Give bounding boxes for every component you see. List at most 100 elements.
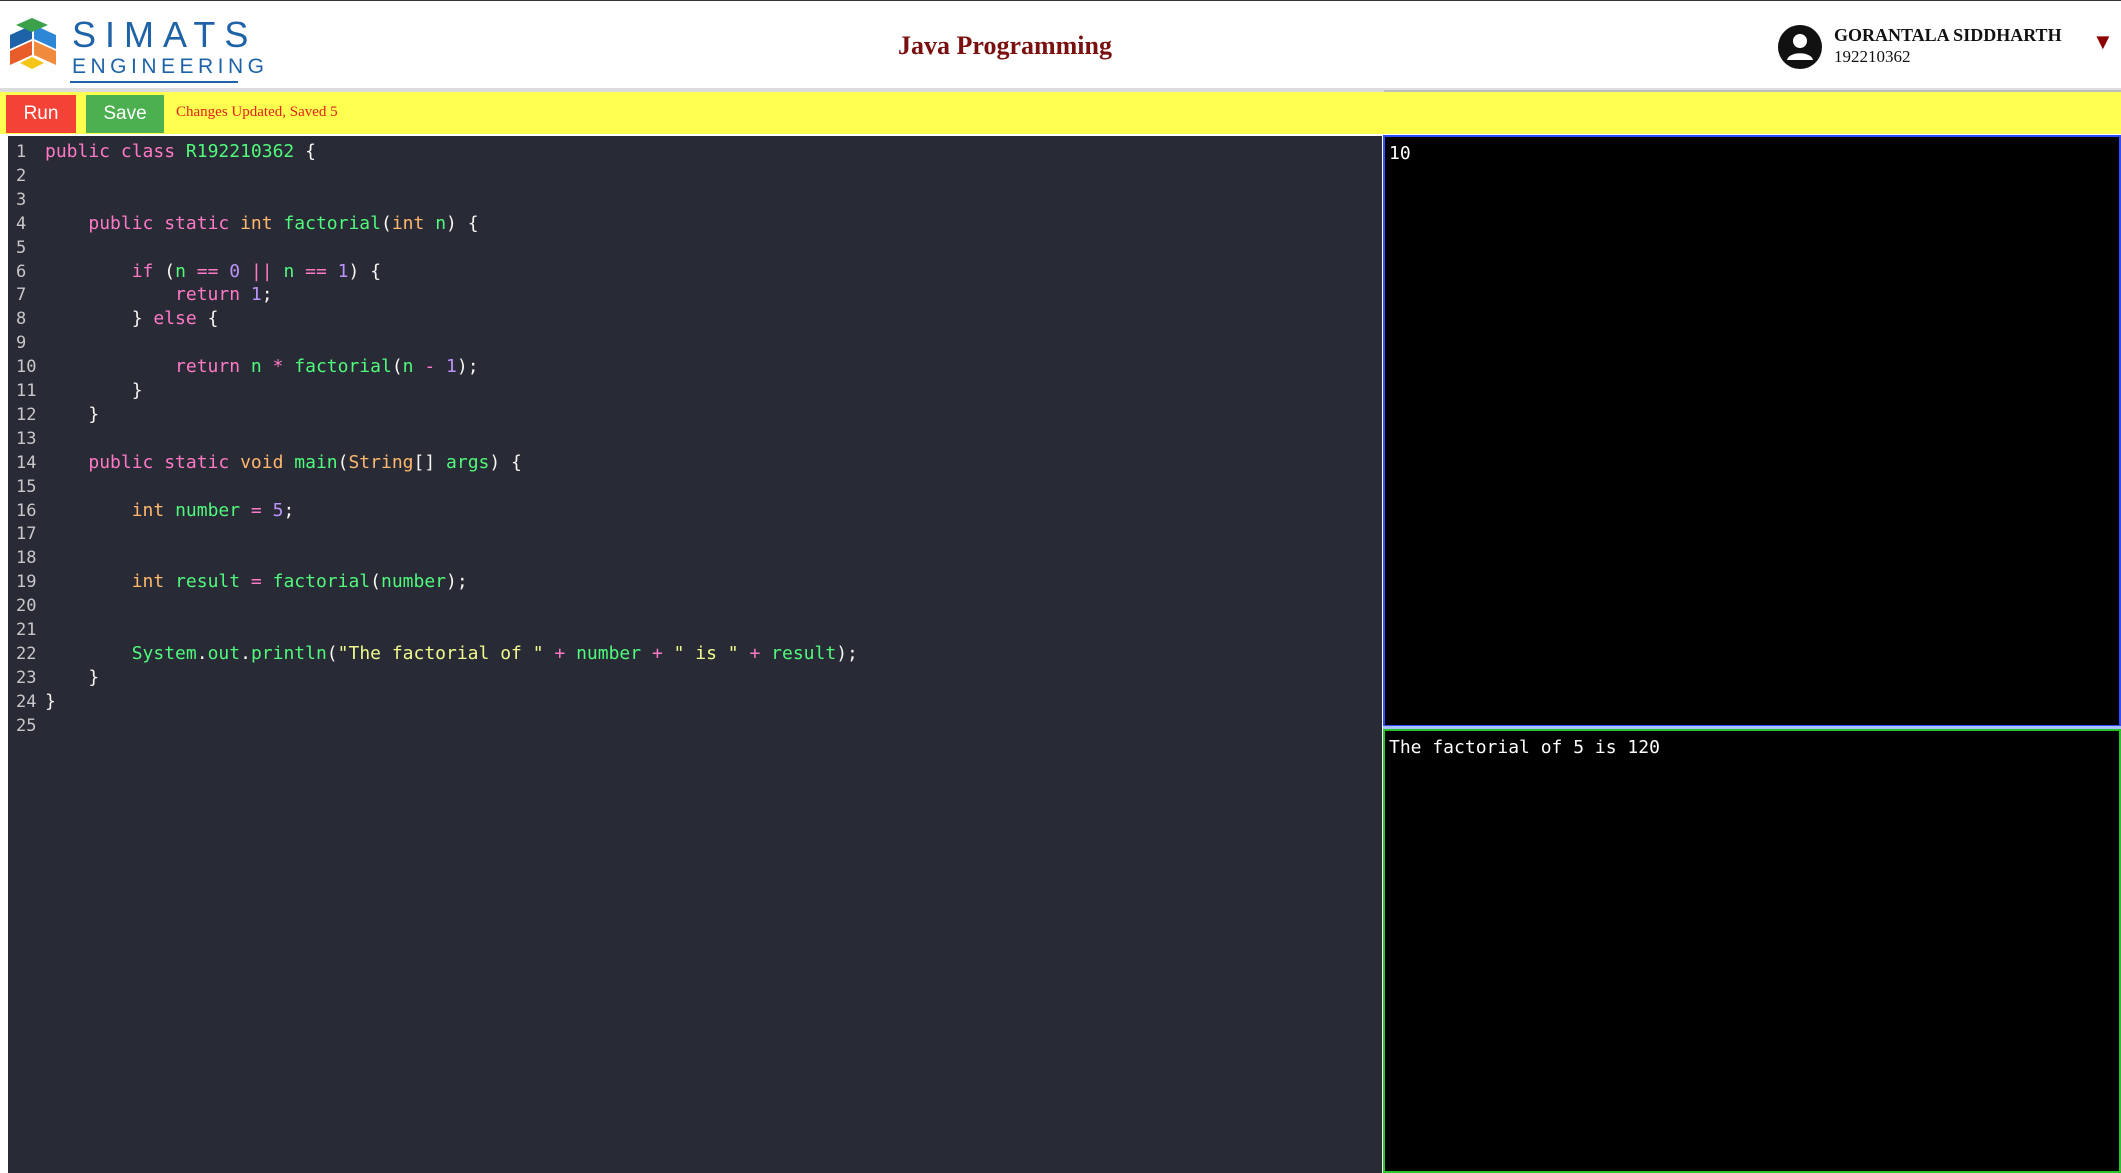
code-token: ) { xyxy=(489,451,522,473)
code-token: "The factorial of " xyxy=(337,642,555,664)
code-token: R192210362 xyxy=(185,141,295,162)
code-token: public xyxy=(88,451,165,473)
code-token: class xyxy=(120,141,186,162)
input-text[interactable]: 10 xyxy=(1389,143,1411,164)
line-number: 10 xyxy=(16,357,37,378)
line-number: 23 xyxy=(16,667,37,688)
code-token: || xyxy=(250,260,284,282)
logo-underline xyxy=(70,81,238,83)
line-number: 18 xyxy=(16,548,37,569)
save-button[interactable]: Save xyxy=(86,95,164,133)
code-token: n xyxy=(283,260,306,282)
code-token: ( xyxy=(370,571,381,593)
code-token: n xyxy=(435,212,447,234)
code-token: 1 xyxy=(337,260,349,282)
code-token: number xyxy=(175,499,251,521)
code-token: if xyxy=(131,260,165,282)
line-number: 6 xyxy=(16,261,27,282)
code-token: static xyxy=(164,451,241,473)
code-token: * xyxy=(272,356,295,378)
code-text[interactable]: } else { xyxy=(45,307,219,331)
code-token: + xyxy=(749,642,772,664)
line-number: 4 xyxy=(16,213,27,234)
line-number: 8 xyxy=(16,309,27,330)
code-token: int xyxy=(240,212,284,234)
code-text[interactable]: return n * factorial(n - 1); xyxy=(45,355,479,379)
code-token: ) { xyxy=(348,260,382,282)
code-token: ( xyxy=(337,451,349,473)
code-text[interactable]: public static void main(String[] args) { xyxy=(45,451,522,475)
code-token: n xyxy=(250,356,273,378)
code-token: result xyxy=(175,571,251,593)
code-text[interactable]: public class R192210362 { xyxy=(45,140,316,164)
line-number: 3 xyxy=(16,189,27,210)
app-header: SIMATS ENGINEERING Java Programming GORA… xyxy=(0,0,2121,88)
line-number: 15 xyxy=(16,476,37,497)
code-token: ( xyxy=(391,356,403,378)
code-token: ( xyxy=(326,642,338,664)
line-number: 20 xyxy=(16,596,37,617)
code-token: } xyxy=(45,666,100,688)
code-token: int xyxy=(131,571,176,593)
line-number: 9 xyxy=(16,333,27,354)
code-text[interactable]: int number = 5; xyxy=(45,499,295,523)
toolbar: Run Save Changes Updated, Saved 5 xyxy=(0,92,2121,134)
editor-gutter-edge xyxy=(0,134,8,1173)
code-token: factorial xyxy=(272,571,371,593)
code-token: ; xyxy=(261,284,273,306)
code-token: else xyxy=(153,308,208,330)
run-button[interactable]: Run xyxy=(6,95,76,133)
code-token: = xyxy=(250,499,273,521)
user-menu-dropdown-icon[interactable]: ▼ xyxy=(2092,31,2114,53)
code-token: return xyxy=(175,356,251,378)
line-number: 7 xyxy=(16,285,27,306)
code-token: ( xyxy=(164,260,176,282)
code-text[interactable]: int result = factorial(number); xyxy=(45,570,468,594)
code-token: } xyxy=(45,380,143,401)
code-token: } xyxy=(45,403,100,425)
line-number: 22 xyxy=(16,643,37,664)
code-token: factorial xyxy=(283,212,381,234)
code-token: [] xyxy=(413,451,447,473)
line-number: 14 xyxy=(16,452,37,473)
line-number: 21 xyxy=(16,620,37,640)
code-token: = xyxy=(250,571,273,593)
code-text[interactable]: public static int factorial(int n) { xyxy=(45,212,478,236)
code-token: int xyxy=(131,499,176,521)
code-text[interactable]: if (n == 0 || n == 1) { xyxy=(45,260,381,284)
code-token: public xyxy=(88,212,165,234)
code-token: " is " xyxy=(673,642,750,664)
code-text[interactable]: } xyxy=(45,690,56,714)
code-token: } xyxy=(45,690,56,712)
line-number: 12 xyxy=(16,404,37,425)
code-token: ; xyxy=(283,499,295,521)
save-status: Changes Updated, Saved 5 xyxy=(176,104,338,120)
code-token: int xyxy=(391,212,436,234)
code-token: + xyxy=(554,642,577,664)
line-number: 1 xyxy=(16,142,27,162)
code-token: n xyxy=(175,260,197,282)
code-text[interactable]: } xyxy=(45,403,99,427)
person-icon xyxy=(1787,34,1813,60)
code-text[interactable]: } xyxy=(45,379,143,403)
line-number: 13 xyxy=(16,428,37,449)
user-avatar-icon[interactable] xyxy=(1778,25,1822,69)
code-token: number xyxy=(576,642,652,664)
code-token: println xyxy=(250,642,327,664)
code-text[interactable]: return 1; xyxy=(45,283,273,307)
line-number: 24 xyxy=(16,691,37,712)
user-name: GORANTALA SIDDHARTH xyxy=(1834,25,2062,45)
code-token: 5 xyxy=(272,499,284,521)
code-token: . xyxy=(196,642,208,664)
code-token: void xyxy=(240,451,295,473)
code-text[interactable]: } xyxy=(45,666,99,690)
input-pane[interactable]: 10 xyxy=(1383,135,2121,727)
code-editor[interactable]: 1 public class R192210362 { 2 3 4 public sta… xyxy=(8,136,1382,1173)
code-text[interactable]: System.out.println("The factorial of " +… xyxy=(45,642,858,666)
code-token: return xyxy=(175,284,251,306)
